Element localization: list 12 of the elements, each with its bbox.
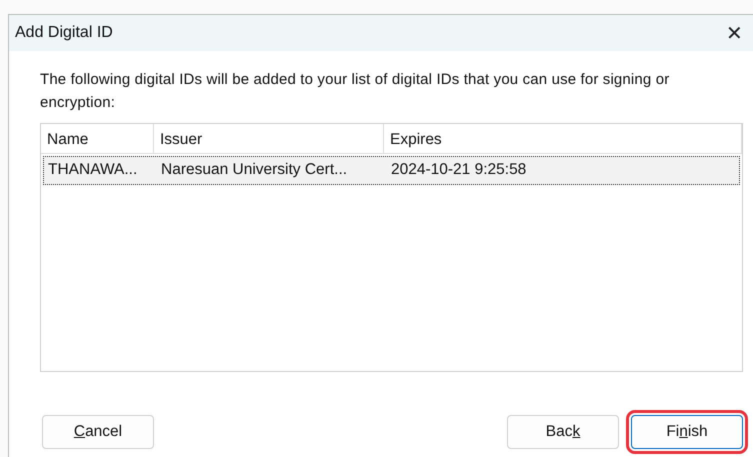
cancel-button[interactable]: Cancel (42, 415, 154, 449)
table-cell-text: Naresuan University Cert... (160, 160, 348, 180)
back-button[interactable]: Back (507, 415, 619, 449)
close-button[interactable]: ✕ (720, 20, 749, 46)
table-row[interactable]: THANAWA... Naresuan University Cert... 2024-10-21 9:25:58 (43, 156, 740, 185)
column-header[interactable]: Expires (384, 124, 742, 154)
table-cell-text: 2024-10-21 9:25:58 (390, 160, 528, 180)
message-text: The following digital IDs will be added to your list of digital IDs that you can use for signing or encryption: (40, 70, 670, 113)
table-cell-text: THANAWA... (47, 160, 138, 180)
column-header[interactable]: Name (41, 124, 154, 154)
window-title: Add Digital ID (15, 24, 113, 42)
column-header[interactable]: Issuer (154, 124, 384, 154)
